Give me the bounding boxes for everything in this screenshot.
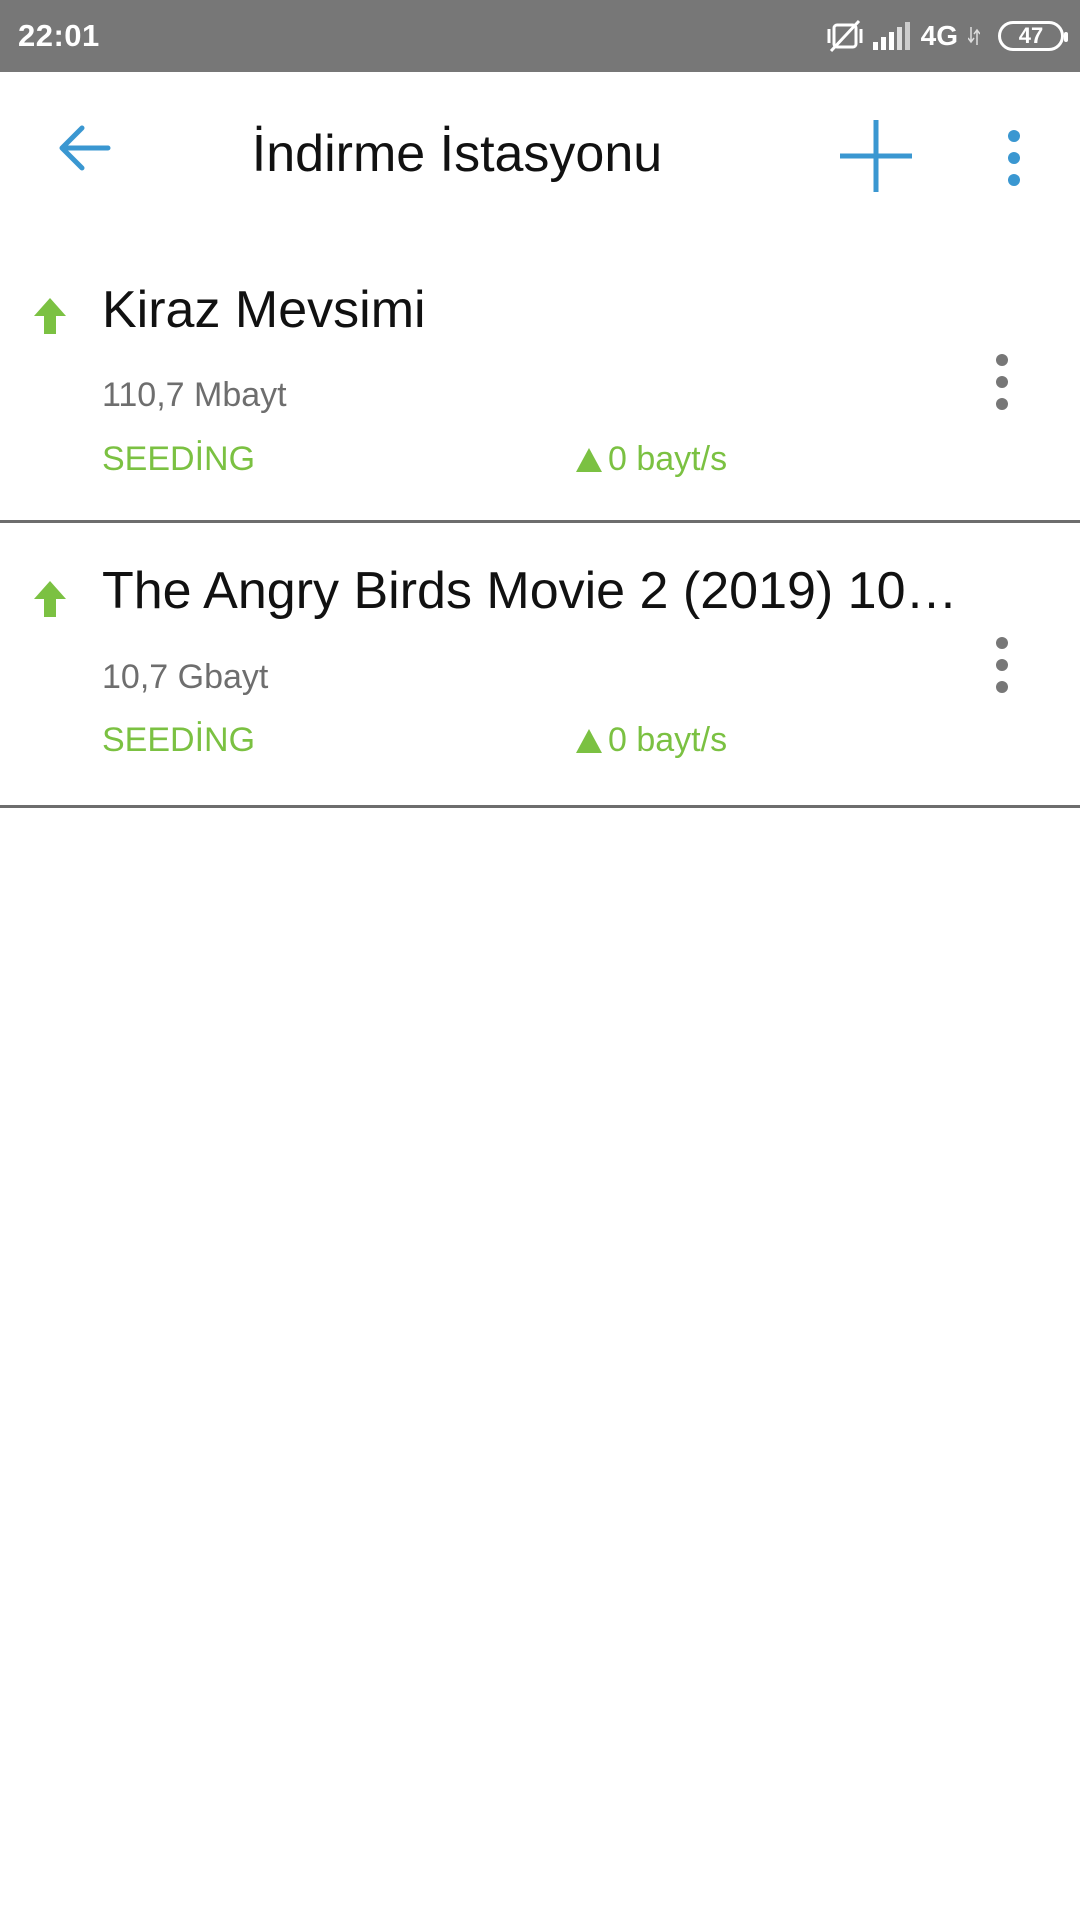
- data-arrows-icon: [968, 25, 980, 47]
- add-icon[interactable]: [836, 116, 916, 196]
- item-size: 10,7 Gbayt: [102, 658, 269, 696]
- item-size: 110,7 Mbayt: [102, 376, 287, 414]
- upload-speed: 0 bayt/s: [576, 721, 727, 760]
- battery-level: 47: [1018, 23, 1044, 48]
- item-title: Kiraz Mevsimi: [102, 281, 426, 339]
- status-badge: SEEDİNG: [102, 440, 256, 478]
- upload-speed: 0 bayt/s: [576, 440, 727, 479]
- item-title: The Angry Birds Movie 2 (2019) 1080p: [102, 562, 962, 620]
- status-bar: 22:01 4G 47: [0, 0, 1080, 72]
- item-more-icon[interactable]: [990, 637, 1014, 693]
- torrent-list: Kiraz Mevsimi 110,7 Mbayt SEEDİNG 0 bayt…: [0, 240, 1080, 808]
- upload-speed-value: 0 bayt/s: [608, 440, 728, 478]
- list-item[interactable]: The Angry Birds Movie 2 (2019) 1080p 10,…: [0, 523, 1080, 808]
- upload-speed-value: 0 bayt/s: [608, 721, 728, 759]
- network-type: 4G: [920, 20, 958, 51]
- status-badge: SEEDİNG: [102, 721, 256, 759]
- upload-arrow-icon: [32, 579, 68, 619]
- status-icons: 4G 47: [827, 19, 1068, 53]
- more-vert-icon[interactable]: [996, 128, 1032, 188]
- item-more-icon[interactable]: [990, 354, 1014, 410]
- signal-icon: [872, 22, 911, 50]
- app-bar: İndirme İstasyonu: [0, 72, 1080, 240]
- upload-triangle-icon: [576, 728, 602, 753]
- list-item[interactable]: Kiraz Mevsimi 110,7 Mbayt SEEDİNG 0 bayt…: [0, 240, 1080, 523]
- mute-vibrate-icon: [827, 19, 863, 53]
- upload-arrow-icon: [32, 296, 68, 336]
- page-title: İndirme İstasyonu: [251, 125, 663, 183]
- upload-triangle-icon: [576, 447, 602, 472]
- status-time: 22:01: [18, 18, 100, 53]
- battery-icon: 47: [998, 21, 1068, 51]
